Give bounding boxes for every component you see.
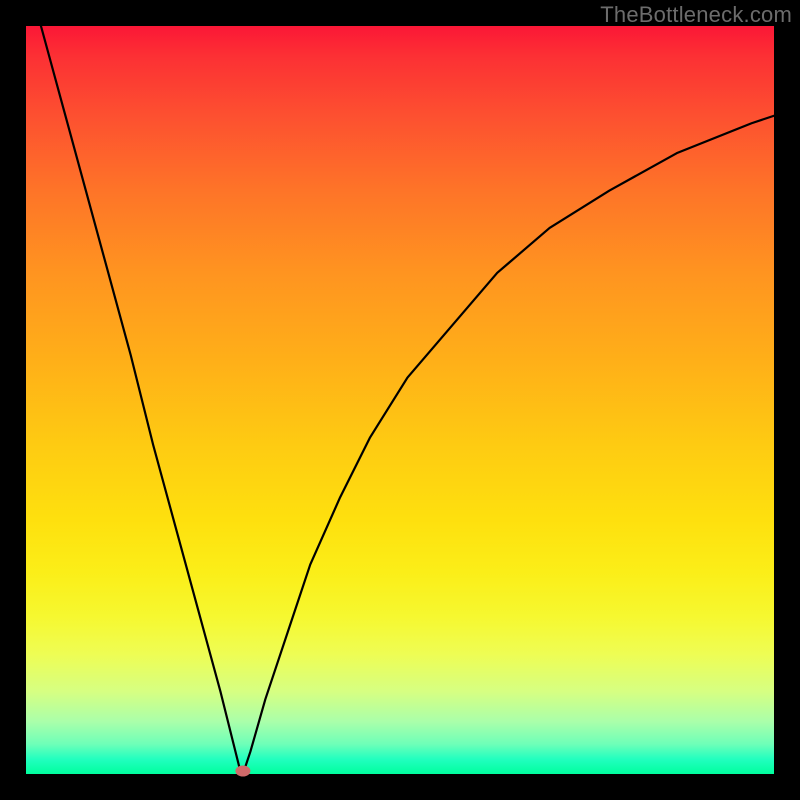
right-branch-path — [243, 116, 774, 774]
optimum-marker — [236, 766, 250, 776]
curve-layer — [26, 26, 774, 774]
chart-frame: TheBottleneck.com — [0, 0, 800, 800]
left-branch-path — [41, 26, 243, 774]
plot-area — [26, 26, 774, 774]
watermark-text: TheBottleneck.com — [600, 2, 792, 28]
